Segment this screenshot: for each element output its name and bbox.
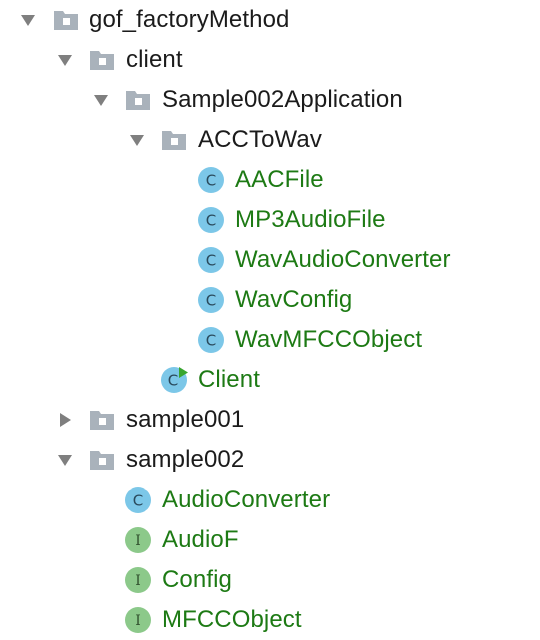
- svg-text:C: C: [206, 172, 216, 190]
- svg-text:I: I: [135, 573, 141, 589]
- chevron-down-icon[interactable]: [91, 90, 111, 110]
- tree-label: MFCCObject: [162, 606, 302, 633]
- tree-row-acctowav[interactable]: ACCToWav: [0, 120, 540, 160]
- chevron-down-icon[interactable]: [18, 10, 38, 30]
- project-tree: gof_factoryMethod client Sample002Applic…: [0, 0, 540, 640]
- class-icon: C: [198, 167, 224, 193]
- chevron-down-icon[interactable]: [127, 130, 147, 150]
- svg-text:C: C: [206, 252, 216, 270]
- folder-icon: [90, 451, 114, 470]
- tree-row-mfccobject[interactable]: I MFCCObject: [0, 600, 540, 640]
- chevron-down-icon[interactable]: [55, 450, 75, 470]
- tree-label: WavConfig: [235, 286, 353, 313]
- svg-text:C: C: [168, 372, 178, 390]
- tree-label: AudioF: [162, 526, 239, 553]
- tree-label: WavMFCCObject: [235, 326, 423, 353]
- chevron-down-icon[interactable]: [55, 50, 75, 70]
- interface-icon: I: [125, 567, 151, 593]
- tree-row-audiof[interactable]: I AudioF: [0, 520, 540, 560]
- interface-icon: I: [125, 527, 151, 553]
- svg-text:C: C: [206, 332, 216, 350]
- tree-row-sample001[interactable]: sample001: [0, 400, 540, 440]
- folder-icon: [126, 91, 150, 110]
- interface-icon: I: [125, 607, 151, 633]
- abstract-class-icon: C: [124, 486, 152, 514]
- folder-icon: [90, 411, 114, 430]
- svg-text:I: I: [135, 613, 141, 629]
- class-icon: C: [198, 207, 224, 233]
- folder-icon: [54, 11, 78, 30]
- tree-label: gof_factoryMethod: [89, 6, 290, 33]
- tree-label: sample002: [126, 446, 245, 473]
- tree-row-mp3audiofile[interactable]: C MP3AudioFile: [0, 200, 540, 240]
- tree-row-wavmfccobject[interactable]: C WavMFCCObject: [0, 320, 540, 360]
- tree-row-sample002[interactable]: sample002: [0, 440, 540, 480]
- svg-text:I: I: [135, 533, 141, 549]
- svg-text:C: C: [206, 292, 216, 310]
- tree-label: Sample002Application: [162, 86, 403, 113]
- tree-label: Client: [198, 366, 260, 393]
- tree-row-gof-factorymethod[interactable]: gof_factoryMethod: [0, 0, 540, 40]
- tree-label: MP3AudioFile: [235, 206, 386, 233]
- tree-row-sample002application[interactable]: Sample002Application: [0, 80, 540, 120]
- svg-text:C: C: [206, 212, 216, 230]
- tree-label: ACCToWav: [198, 126, 322, 153]
- tree-row-aacfile[interactable]: C AACFile: [0, 160, 540, 200]
- svg-text:C: C: [133, 492, 143, 510]
- tree-row-client[interactable]: client: [0, 40, 540, 80]
- tree-label: client: [126, 46, 183, 73]
- tree-row-wavaudioconverter[interactable]: C WavAudioConverter: [0, 240, 540, 280]
- tree-row-audioconverter[interactable]: C AudioConverter: [0, 480, 540, 520]
- runnable-class-icon: C: [161, 367, 188, 393]
- class-icon: C: [198, 247, 224, 273]
- class-icon: C: [198, 287, 224, 313]
- tree-label: AudioConverter: [162, 486, 331, 513]
- tree-row-wavconfig[interactable]: C WavConfig: [0, 280, 540, 320]
- tree-label: sample001: [126, 406, 245, 433]
- tree-label: AACFile: [235, 166, 324, 193]
- tree-row-client-class[interactable]: C Client: [0, 360, 540, 400]
- class-icon: C: [198, 327, 224, 353]
- tree-label: WavAudioConverter: [235, 246, 451, 273]
- folder-icon: [162, 131, 186, 150]
- tree-row-config[interactable]: I Config: [0, 560, 540, 600]
- chevron-right-icon[interactable]: [55, 410, 75, 430]
- tree-label: Config: [162, 566, 232, 593]
- folder-icon: [90, 51, 114, 70]
